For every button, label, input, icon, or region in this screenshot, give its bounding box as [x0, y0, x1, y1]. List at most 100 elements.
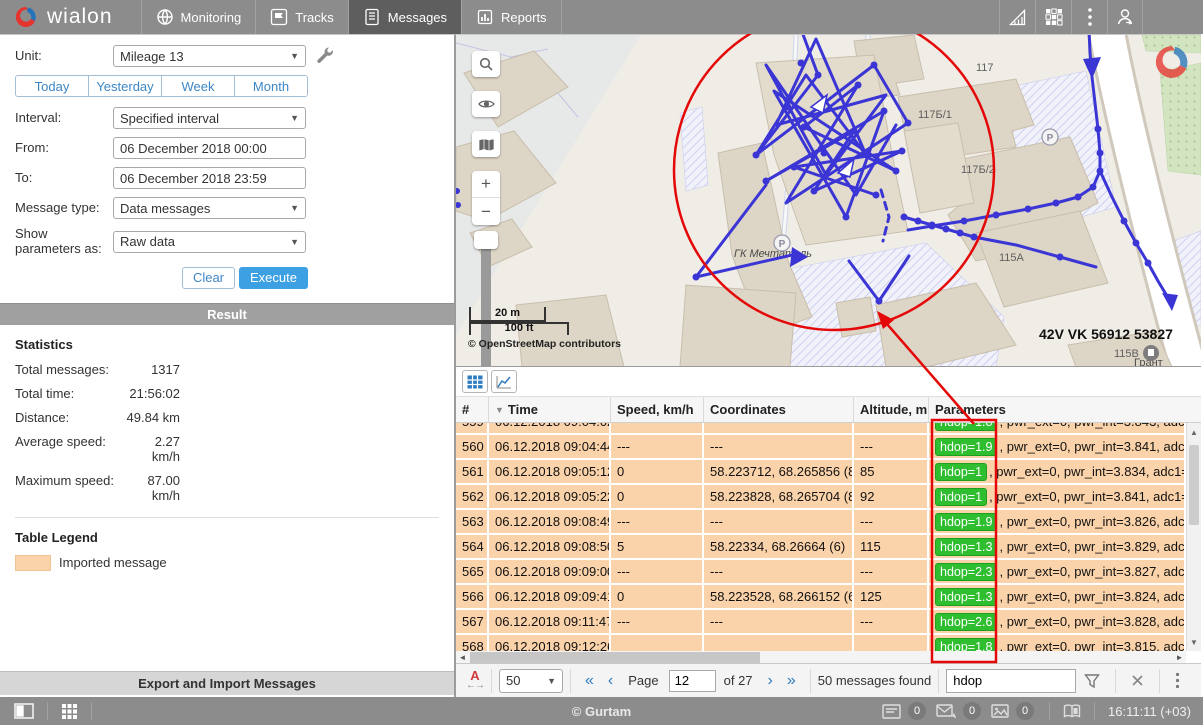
- book-icon: [1063, 704, 1081, 718]
- tab-messages[interactable]: Messages: [349, 0, 462, 34]
- message-table-row[interactable]: 565 06.12.2018 09:09:00 --- --- --- hdop…: [456, 560, 1186, 585]
- cell-altitude: 115: [854, 535, 929, 560]
- cell-time: 06.12.2018 09:05:22: [489, 485, 611, 510]
- user-account-button[interactable]: [1107, 0, 1143, 34]
- unit-select[interactable]: Mileage 13 ▼: [113, 45, 306, 67]
- clear-filter-button[interactable]: [1123, 674, 1152, 687]
- column-label: Speed, km/h: [617, 402, 694, 417]
- column-header-time[interactable]: ▼Time: [489, 397, 611, 422]
- cell-altitude: 85: [854, 460, 929, 485]
- table-view-button[interactable]: [462, 370, 488, 393]
- driver-messages-button[interactable]: [932, 704, 960, 719]
- column-header-coordinates[interactable]: Coordinates: [704, 397, 854, 422]
- zoom-in-button[interactable]: +: [472, 171, 500, 198]
- cell-coordinates: ---: [704, 510, 854, 535]
- scroll-down-arrow[interactable]: ▼: [1187, 635, 1201, 649]
- message-table-row[interactable]: 566 06.12.2018 09:09:41 0 58.223528, 68.…: [456, 585, 1186, 610]
- message-table-row[interactable]: 563 06.12.2018 09:08:49 --- --- --- hdop…: [456, 510, 1186, 535]
- interval-week-button[interactable]: Week: [162, 76, 235, 96]
- horizontal-scroll-thumb[interactable]: [470, 652, 760, 663]
- column-header-parameters[interactable]: Parameters: [929, 397, 1201, 422]
- cell-parameters: hdop=2.6, pwr_ext=0, pwr_int=3.828, adc1…: [929, 610, 1186, 635]
- table-options-button[interactable]: [1167, 672, 1188, 689]
- export-import-messages-bar[interactable]: Export and Import Messages: [0, 671, 454, 695]
- divider: [938, 669, 939, 693]
- message-table-row[interactable]: 561 06.12.2018 09:05:12 0 58.223712, 68.…: [456, 460, 1186, 485]
- notifications-log-button[interactable]: [878, 704, 905, 719]
- zoom-out-button[interactable]: −: [472, 198, 500, 225]
- cell-altitude: ---: [854, 423, 929, 435]
- scroll-up-arrow[interactable]: ▲: [1187, 425, 1201, 439]
- tab-monitoring[interactable]: Monitoring: [142, 0, 257, 34]
- cell-speed: ---: [611, 560, 704, 585]
- prev-page-button[interactable]: ‹: [601, 672, 620, 690]
- message-table-row[interactable]: 560 06.12.2018 09:04:44 --- --- --- hdop…: [456, 435, 1186, 460]
- tab-tracks[interactable]: Tracks: [256, 0, 349, 34]
- zoom-slider-handle[interactable]: [474, 231, 498, 249]
- interval-yesterday-button[interactable]: Yesterday: [89, 76, 162, 96]
- hdop-badge: hdop=1.9: [935, 438, 997, 456]
- interval-today-button[interactable]: Today: [16, 76, 89, 96]
- status-bar: © Gurtam 0 0 0 16:11:11 (+03): [0, 697, 1203, 725]
- envelope-icon: [936, 704, 956, 719]
- to-date-input[interactable]: [113, 167, 306, 189]
- measure-ruler-button[interactable]: [999, 0, 1035, 34]
- column-header-speed[interactable]: Speed, km/h: [611, 397, 704, 422]
- parameter-filter-input[interactable]: [946, 669, 1076, 693]
- main-tabs: Monitoring Tracks Messages: [141, 0, 562, 34]
- sort-desc-icon: ▼: [495, 405, 504, 415]
- message-table-row[interactable]: 562 06.12.2018 09:05:22 0 58.223828, 68.…: [456, 485, 1186, 510]
- hdop-badge: hdop=1.8: [935, 423, 997, 431]
- cell-num: 567: [456, 610, 489, 635]
- apply-filter-button[interactable]: [1076, 673, 1108, 689]
- next-page-button[interactable]: ›: [761, 672, 780, 690]
- tracks-flag-icon: [270, 8, 288, 26]
- table-vertical-scrollbar[interactable]: ▲ ▼: [1186, 423, 1201, 651]
- help-guide-button[interactable]: [1059, 704, 1085, 718]
- scale-feet: 100 ft: [469, 322, 569, 335]
- map-layers-button[interactable]: [472, 131, 500, 157]
- message-table-row[interactable]: 564 06.12.2018 09:08:50 5 58.22334, 68.2…: [456, 535, 1186, 560]
- map-zoom-controls: + −: [472, 171, 500, 225]
- result-section-header: Result: [0, 303, 454, 325]
- message-type-select[interactable]: Data messages ▼: [113, 197, 306, 219]
- chart-line-icon: [496, 375, 512, 389]
- from-date-input[interactable]: [113, 137, 306, 159]
- column-header-num[interactable]: #: [456, 397, 489, 422]
- page-number-input[interactable]: [669, 670, 716, 692]
- current-time-label: 16:11:11 (+03): [1108, 704, 1191, 719]
- show-params-select[interactable]: Raw data ▼: [113, 231, 306, 253]
- message-table-row[interactable]: 559 06.12.2018 09:04:02 --- --- --- hdop…: [456, 423, 1186, 435]
- message-table-row[interactable]: 568 06.12.2018 09:12:26 hdop=1.8, pwr_ex…: [456, 635, 1186, 651]
- media-button[interactable]: [987, 704, 1013, 718]
- parameters-text: , pwr_ext=0, pwr_int=3.834, adc1=0, ad: [989, 464, 1186, 479]
- statistics-block: Statistics Total messages:1317 Total tim…: [0, 325, 454, 503]
- wialon-watermark-logo: [1153, 43, 1191, 86]
- page-size-select[interactable]: 50 ▼: [499, 669, 563, 693]
- apps-grid-button[interactable]: [1035, 0, 1071, 34]
- autowidth-columns-button[interactable]: A←→: [466, 671, 484, 691]
- column-header-altitude[interactable]: Altitude, m: [854, 397, 929, 422]
- chart-view-button[interactable]: [491, 370, 517, 393]
- cell-coordinates: 58.22334, 68.26664 (6): [704, 535, 854, 560]
- cell-coordinates: 58.223828, 68.265704 (8): [704, 485, 854, 510]
- interval-select[interactable]: Specified interval ▼: [113, 107, 306, 129]
- interval-month-button[interactable]: Month: [235, 76, 307, 96]
- message-table-row[interactable]: 567 06.12.2018 09:11:47 --- --- --- hdop…: [456, 610, 1186, 635]
- last-page-button[interactable]: »: [780, 672, 803, 690]
- unit-settings-wrench-button[interactable]: [316, 46, 333, 66]
- map-search-button[interactable]: [472, 51, 500, 77]
- search-icon: [479, 57, 494, 72]
- map-visibility-button[interactable]: [472, 91, 500, 117]
- tab-reports[interactable]: Reports: [462, 0, 562, 34]
- vertical-scroll-thumb[interactable]: [1189, 445, 1199, 525]
- hdop-badge: hdop=1.3: [935, 538, 997, 556]
- message-type-value: Data messages: [120, 201, 210, 216]
- clear-button[interactable]: Clear: [182, 267, 235, 289]
- execute-button[interactable]: Execute: [239, 267, 308, 289]
- first-page-button[interactable]: «: [578, 672, 601, 690]
- stat-value: 49.84 km: [125, 410, 180, 425]
- map-canvas[interactable]: 117 117Б/1 117Б/2 115A 115B ГК Мечтатель…: [456, 34, 1201, 366]
- more-menu-button[interactable]: [1071, 0, 1107, 34]
- tab-label: Reports: [501, 10, 547, 25]
